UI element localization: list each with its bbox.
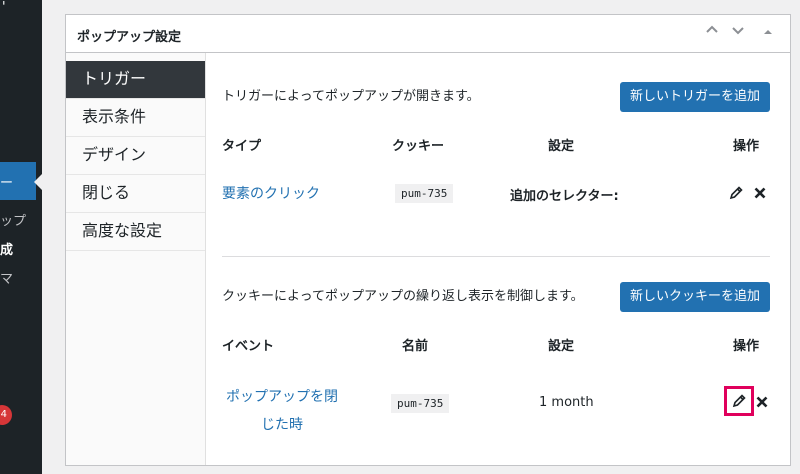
sidebar-active-label: ー — [0, 176, 14, 191]
admin-sidebar: ' ー ップ 成 マ 4 — [0, 0, 42, 474]
cookie-event-line-1: ポップアップを閉 — [226, 389, 338, 405]
tab-advanced[interactable]: 高度な設定 — [66, 213, 205, 251]
section-divider — [222, 256, 770, 257]
cookies-header-name: 名前 — [402, 339, 429, 354]
sidebar-subitem-3[interactable]: マ — [0, 268, 13, 287]
triggers-header-actions: 操作 — [733, 139, 760, 154]
triggers-header-settings: 設定 — [548, 139, 575, 154]
metabox-title: ポップアップ設定 — [77, 30, 182, 45]
cookies-header-settings: 設定 — [548, 339, 575, 354]
cookie-event-link[interactable]: ポップアップを閉 じた時 — [222, 383, 342, 439]
tab-triggers[interactable]: トリガー — [66, 61, 205, 99]
notification-badge: 4 — [0, 405, 12, 425]
delete-trigger-close-icon[interactable] — [752, 185, 768, 201]
tab-targeting[interactable]: 表示条件 — [66, 99, 205, 137]
add-cookie-button[interactable]: 新しいクッキーを追加 — [619, 282, 770, 312]
chevron-down-icon[interactable] — [728, 23, 748, 43]
add-trigger-button[interactable]: 新しいトリガーを追加 — [619, 82, 770, 112]
trigger-settings-value: 追加のセレクター: — [510, 189, 619, 204]
trigger-cookie-code: pum-735 — [395, 184, 454, 203]
sidebar-subitem-1[interactable]: ップ — [0, 210, 26, 229]
delete-cookie-close-icon[interactable] — [754, 394, 770, 410]
cookies-header-event: イベント — [222, 339, 275, 354]
triggers-header-type: タイプ — [222, 139, 262, 154]
cookie-name-code: pum-735 — [391, 394, 450, 413]
tab-close[interactable]: 閉じる — [66, 175, 205, 213]
cookies-description: クッキーによってポップアップの繰り返し表示を制御します。 — [222, 289, 584, 304]
cookie-event-line-2: じた時 — [261, 417, 303, 433]
triggers-panel: トリガーによってポップアップが開きます。 新しいトリガーを追加 タイプ クッキー… — [206, 53, 790, 465]
chevron-up-icon[interactable] — [702, 23, 722, 43]
edit-cookie-pencil-icon[interactable] — [731, 393, 747, 409]
metabox-body: トリガー 表示条件 デザイン 閉じる 高度な設定 トリガーによってポップアップが… — [66, 53, 790, 465]
sidebar-top-glyph: ' — [2, 0, 6, 15]
metabox-header: ポップアップ設定 — [66, 15, 790, 53]
cookies-header-actions: 操作 — [733, 339, 760, 354]
cookie-settings-value: 1 month — [539, 395, 594, 410]
settings-tabs: トリガー 表示条件 デザイン 閉じる 高度な設定 — [66, 53, 206, 465]
tab-display[interactable]: デザイン — [66, 137, 205, 175]
triggers-header-cookie: クッキー — [392, 139, 445, 154]
sidebar-active-arrow — [34, 174, 42, 190]
trigger-type-link[interactable]: 要素のクリック — [222, 183, 320, 203]
edit-trigger-pencil-icon[interactable] — [728, 185, 744, 201]
popup-settings-metabox: ポップアップ設定 トリガー 表示条件 デザイン 閉じる 高度な設定 トリガーによ… — [65, 14, 791, 466]
triangle-up-icon[interactable] — [758, 23, 778, 43]
sidebar-subitem-2[interactable]: 成 — [0, 239, 13, 258]
triggers-description: トリガーによってポップアップが開きます。 — [222, 89, 480, 104]
